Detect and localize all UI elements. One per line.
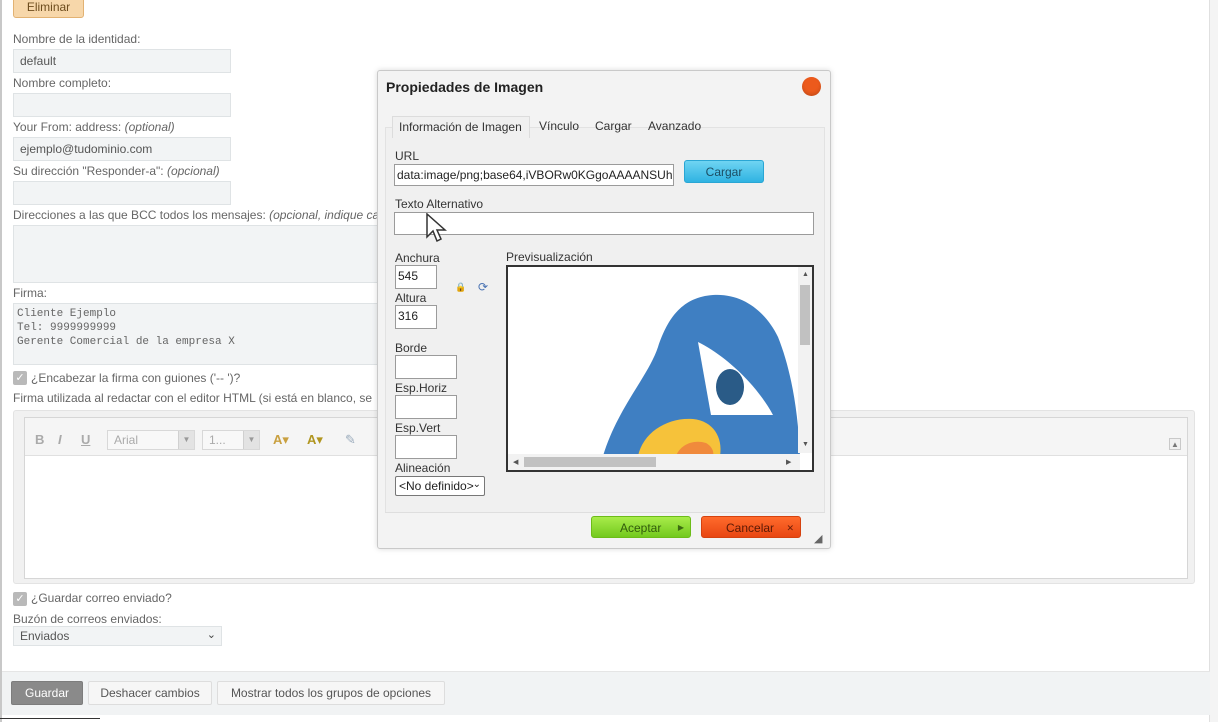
- save-sent-label: ¿Guardar correo enviado?: [31, 591, 172, 605]
- signature-line: Cliente Ejemplo: [17, 308, 117, 320]
- underline-button[interactable]: U: [81, 432, 90, 447]
- chevron-down-icon: ⌄: [472, 479, 481, 490]
- html-signature-label: Firma utilizada al redactar con el edito…: [13, 391, 373, 405]
- signature-textarea[interactable]: Cliente Ejemplo Tel: 9999999999 Gerente …: [13, 303, 381, 365]
- vspace-input[interactable]: [395, 435, 457, 459]
- scroll-up-icon[interactable]: ▲: [802, 271, 809, 278]
- bottom-divider: [0, 718, 100, 720]
- scroll-left-icon[interactable]: ◀: [513, 458, 518, 466]
- alignment-label: Alineación: [395, 461, 451, 475]
- background-color-icon[interactable]: A▾: [307, 432, 323, 448]
- reset-size-icon[interactable]: ⟳: [478, 280, 488, 294]
- undo-button[interactable]: Deshacer cambios: [88, 681, 212, 705]
- format-painter-icon[interactable]: ✎: [345, 432, 356, 448]
- border-input[interactable]: [395, 355, 457, 379]
- save-button[interactable]: Guardar: [11, 681, 83, 705]
- play-icon: ▶: [677, 523, 684, 532]
- font-size-combo[interactable]: 1... ▼: [202, 430, 260, 450]
- alignment-value: <No definido>: [399, 479, 474, 493]
- tab-link[interactable]: Vínculo: [533, 116, 585, 138]
- sent-folder-label: Buzón de correos enviados:: [13, 612, 162, 626]
- tab-advanced[interactable]: Avanzado: [642, 116, 707, 138]
- reply-to-input[interactable]: [13, 181, 231, 205]
- bcc-label-text: Direcciones a las que BCC todos los mens…: [13, 208, 266, 222]
- height-input[interactable]: 316: [395, 305, 437, 329]
- width-input[interactable]: 545: [395, 265, 437, 289]
- collapse-toolbar-icon[interactable]: ▲: [1169, 438, 1181, 450]
- show-all-groups-button[interactable]: Mostrar todos los grupos de opciones: [217, 681, 445, 705]
- font-family-value: Arial: [114, 433, 139, 447]
- close-icon[interactable]: [802, 77, 821, 96]
- preview-vertical-scrollbar[interactable]: ▲ ▼: [798, 267, 812, 453]
- width-label: Anchura: [395, 251, 440, 265]
- bcc-textarea[interactable]: [13, 225, 381, 283]
- chevron-down-icon: ⌄: [206, 629, 216, 641]
- font-size-value: 1...: [209, 433, 226, 447]
- signature-label: Firma:: [13, 286, 47, 300]
- lock-icon[interactable]: 🔒: [455, 282, 466, 293]
- load-button[interactable]: Cargar: [684, 160, 764, 183]
- mouse-cursor-icon: [426, 213, 447, 243]
- save-sent-checkbox[interactable]: ✓: [13, 592, 27, 606]
- sent-folder-select[interactable]: Enviados ⌄: [13, 626, 222, 646]
- resize-grip-icon[interactable]: ◢: [814, 532, 822, 545]
- delete-button[interactable]: Eliminar: [13, 0, 84, 18]
- full-name-input[interactable]: [13, 93, 231, 117]
- scroll-thumb[interactable]: [800, 285, 810, 345]
- url-input[interactable]: data:image/png;base64,iVBORw0KGgoAAAANSU…: [394, 164, 674, 186]
- identity-name-input[interactable]: default: [13, 49, 231, 73]
- from-address-input[interactable]: ejemplo@tudominio.com: [13, 137, 231, 161]
- from-address-label: Your From: address: (optional): [13, 120, 175, 134]
- tab-image-info[interactable]: Información de Imagen: [392, 116, 530, 138]
- dashes-checkbox[interactable]: ✓: [13, 371, 27, 385]
- alignment-select[interactable]: <No definido> ⌄: [395, 476, 485, 496]
- vspace-label: Esp.Vert: [395, 421, 441, 435]
- italic-button[interactable]: I: [58, 432, 62, 447]
- signature-line: Gerente Comercial de la empresa X: [17, 336, 235, 348]
- close-small-icon: ✕: [786, 523, 794, 533]
- image-properties-dialog: Propiedades de Imagen Información de Ima…: [377, 70, 831, 549]
- bird-illustration: [603, 294, 800, 456]
- chevron-down-icon: ▼: [178, 431, 194, 449]
- text-color-icon[interactable]: A▾: [273, 432, 289, 448]
- page-scrollbar[interactable]: [1210, 0, 1218, 722]
- url-label: URL: [395, 149, 420, 163]
- cancel-button-label: Cancelar: [726, 521, 775, 535]
- signature-line: Tel: 9999999999: [17, 322, 117, 334]
- sent-folder-value: Enviados: [20, 629, 70, 643]
- reply-to-optional: (opcional): [166, 164, 220, 178]
- bcc-note: (opcional, indique ca: [269, 208, 378, 222]
- identity-name-label: Nombre de la identidad:: [13, 32, 141, 46]
- from-address-label-text: Your From: address:: [13, 120, 122, 134]
- accept-button-label: Aceptar: [620, 521, 662, 535]
- reply-to-label: Su dirección "Responder-a": (opcional): [13, 164, 220, 178]
- reply-to-label-text: Su dirección "Responder-a":: [13, 164, 164, 178]
- alt-text-label: Texto Alternativo: [395, 197, 484, 211]
- height-label: Altura: [395, 291, 427, 305]
- font-family-combo[interactable]: Arial ▼: [107, 430, 195, 450]
- full-name-label: Nombre completo:: [13, 76, 112, 90]
- bcc-label: Direcciones a las que BCC todos los mens…: [13, 208, 378, 222]
- dialog-title: Propiedades de Imagen: [386, 79, 544, 95]
- hspace-label: Esp.Horiz: [395, 381, 448, 395]
- image-preview: ▲ ▼ ◀ ▶: [506, 265, 814, 472]
- tab-upload[interactable]: Cargar: [589, 116, 638, 138]
- scroll-down-icon[interactable]: ▼: [802, 441, 809, 448]
- dashes-checkbox-label: ¿Encabezar la firma con guiones ('-- ')?: [31, 371, 241, 385]
- alt-text-input[interactable]: [394, 212, 814, 235]
- scroll-right-icon[interactable]: ▶: [786, 458, 791, 466]
- scroll-thumb[interactable]: [524, 457, 656, 467]
- border-label: Borde: [395, 341, 428, 355]
- hspace-input[interactable]: [395, 395, 457, 419]
- chevron-down-icon: ▼: [243, 431, 259, 449]
- cancel-button[interactable]: Cancelar ✕: [701, 516, 801, 538]
- bold-button[interactable]: B: [35, 432, 44, 447]
- from-address-optional: (optional): [124, 120, 175, 134]
- preview-horizontal-scrollbar[interactable]: ◀ ▶: [508, 454, 800, 470]
- accept-button[interactable]: Aceptar ▶: [591, 516, 691, 538]
- preview-label: Previsualización: [506, 250, 593, 264]
